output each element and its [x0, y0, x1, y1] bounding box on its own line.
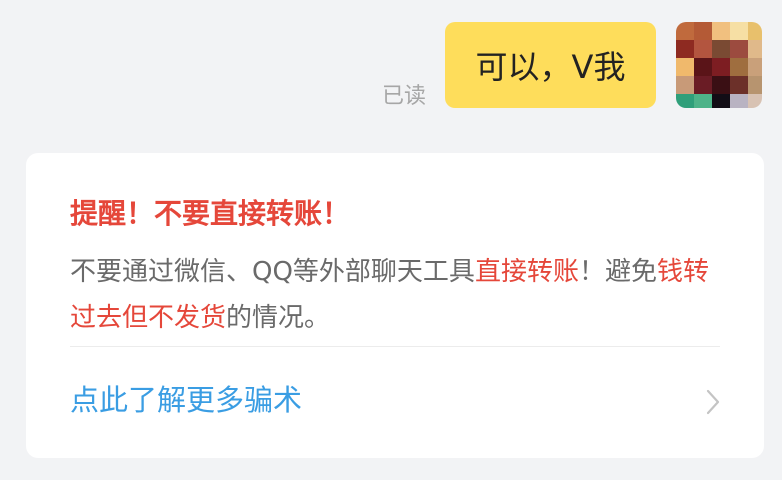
- avatar-image: [676, 22, 762, 108]
- message-bubble[interactable]: 可以，V我: [445, 22, 656, 108]
- warning-body-text: ！避免: [578, 257, 657, 287]
- anti-fraud-warning-card: 提醒！不要直接转账！ 不要通过微信、QQ等外部聊天工具直接转账！避免钱转过去但不…: [26, 153, 764, 458]
- warning-highlight-direct-transfer: 直接转账: [474, 257, 579, 287]
- chevron-right-icon: [706, 389, 720, 415]
- learn-more-link[interactable]: 点此了解更多骗术: [26, 347, 764, 458]
- warning-body: 不要通过微信、QQ等外部聊天工具直接转账！避免钱转过去但不发货的情况。: [70, 249, 724, 341]
- avatar[interactable]: [676, 22, 762, 108]
- warning-body-text: 不要通过微信、QQ等外部聊天工具: [70, 257, 475, 287]
- learn-more-label: 点此了解更多骗术: [70, 383, 303, 417]
- message-text: 可以，V我: [475, 48, 626, 86]
- chat-message-row: 已读 可以，V我: [0, 0, 782, 130]
- warning-body-text: 的情况。: [226, 303, 331, 333]
- read-status: 已读: [382, 84, 427, 109]
- warning-title: 提醒！不要直接转账！: [70, 197, 351, 230]
